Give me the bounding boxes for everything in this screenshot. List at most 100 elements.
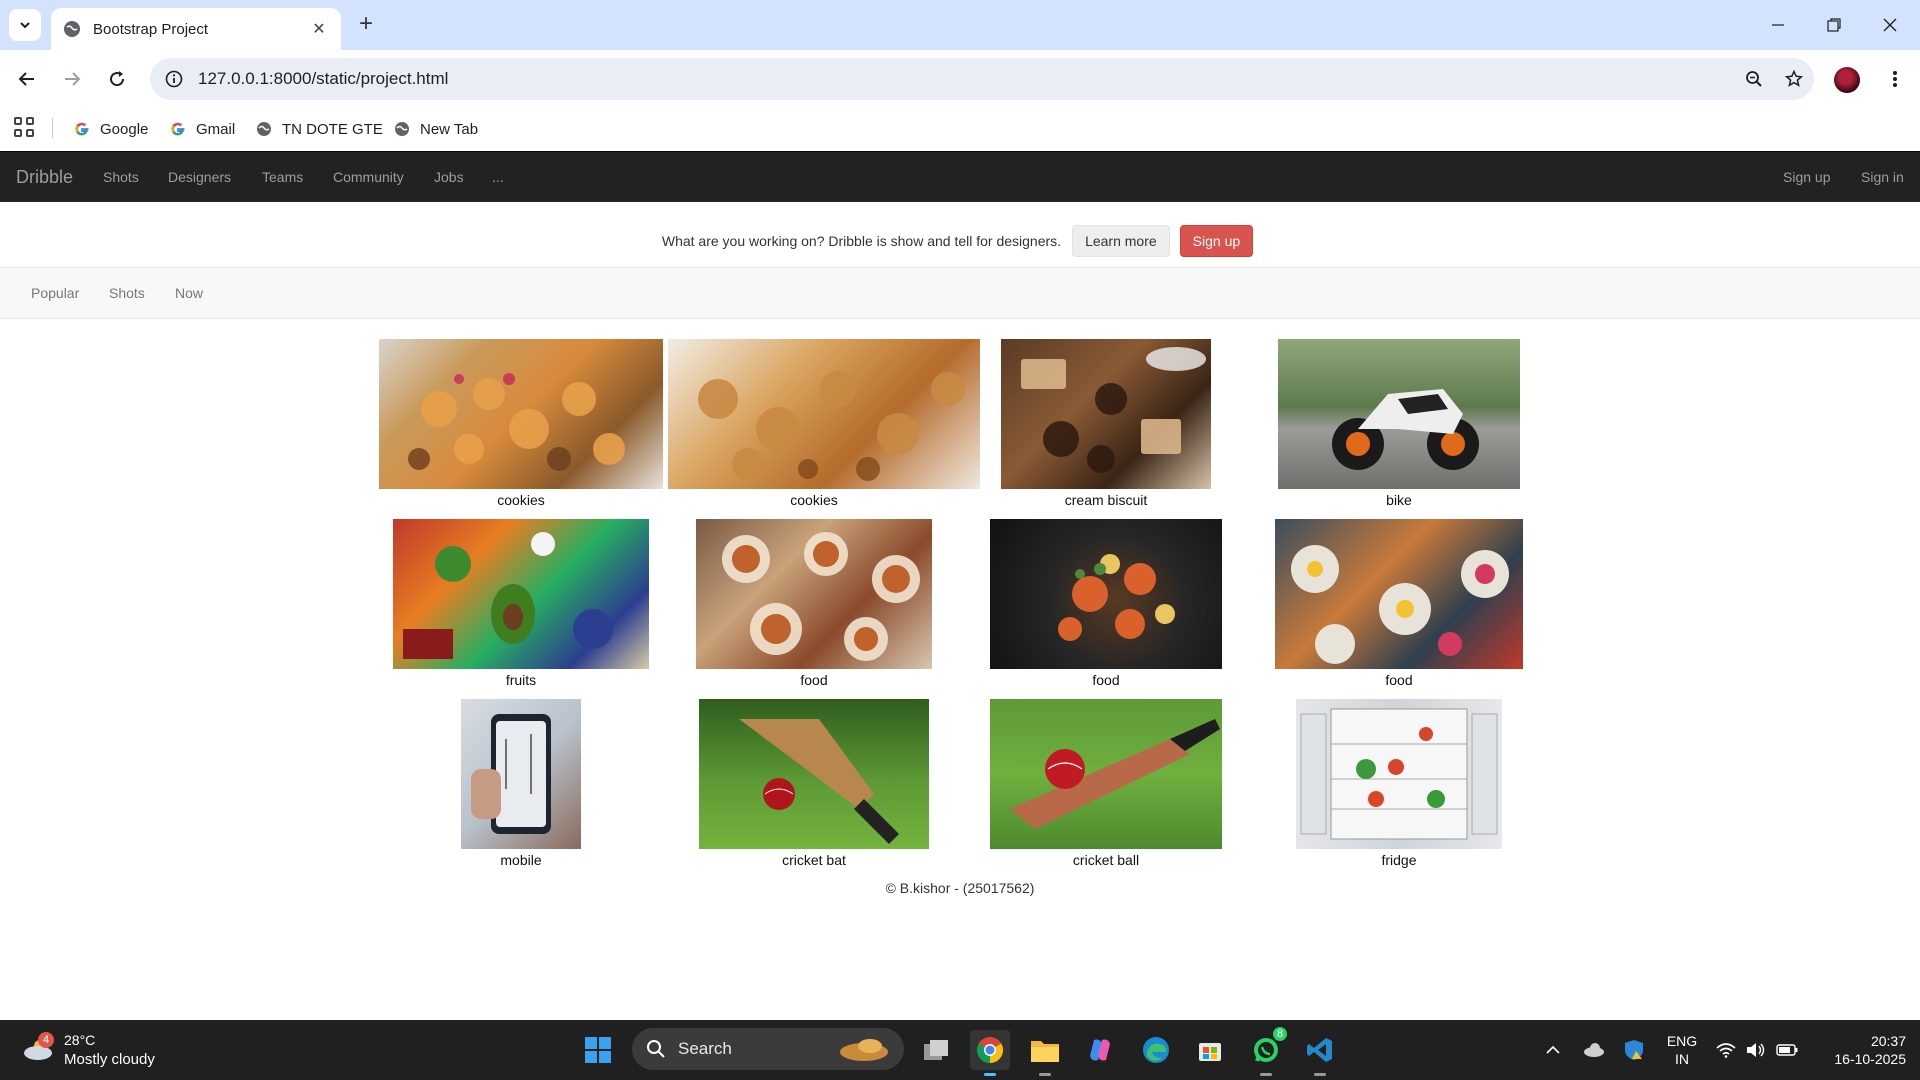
nav-link-more[interactable]: ... — [492, 169, 504, 185]
gallery-caption: cookies — [497, 492, 545, 508]
onedrive-tray[interactable] — [1580, 1020, 1608, 1080]
back-button[interactable] — [9, 61, 45, 97]
apps-grid-icon[interactable] — [14, 117, 34, 137]
gallery-item[interactable]: food — [960, 519, 1252, 688]
cricket-ball-image — [990, 699, 1222, 849]
bookmark-tn-dote-gte[interactable]: TN DOTE GTE — [256, 116, 383, 142]
forward-button[interactable] — [54, 61, 90, 97]
security-tray[interactable] — [1620, 1020, 1648, 1080]
gallery-item[interactable]: food — [668, 519, 960, 688]
gallery-item[interactable]: cricket ball — [960, 699, 1252, 868]
nav-link-designers[interactable]: Designers — [168, 169, 231, 185]
gallery-item[interactable]: fridge — [1253, 699, 1545, 868]
task-view-button[interactable] — [916, 1030, 956, 1070]
taskbar-search[interactable]: Search — [632, 1028, 904, 1070]
reload-button[interactable] — [99, 61, 135, 97]
tab-search-button[interactable] — [9, 9, 41, 41]
gallery-caption: cream biscuit — [1064, 492, 1148, 508]
subnav-now[interactable]: Now — [175, 285, 203, 301]
nav-link-teams[interactable]: Teams — [262, 169, 303, 185]
volume-tray[interactable] — [1744, 1020, 1768, 1080]
shield-icon — [1625, 1040, 1643, 1060]
close-tab-icon[interactable]: ✕ — [309, 19, 329, 39]
close-window-button[interactable] — [1862, 0, 1918, 50]
sign-up-button[interactable]: Sign up — [1179, 225, 1254, 257]
start-button[interactable] — [578, 1030, 618, 1070]
store-icon — [1199, 1043, 1221, 1061]
restore-icon — [1827, 18, 1841, 32]
restore-button[interactable] — [1806, 0, 1862, 50]
nav-sign-in[interactable]: Sign in — [1861, 169, 1904, 185]
running-indicator — [1260, 1073, 1272, 1076]
weather-widget[interactable]: 4 28°C Mostly cloudy — [20, 1030, 220, 1070]
forward-arrow-icon — [65, 72, 81, 86]
wifi-tray[interactable] — [1714, 1020, 1738, 1080]
copilot-button[interactable] — [1080, 1030, 1120, 1070]
task-view-icon — [924, 1040, 948, 1060]
file-explorer-button[interactable] — [1025, 1030, 1065, 1076]
bookmark-gmail[interactable]: Gmail — [170, 116, 235, 142]
gallery-caption: cricket bat — [782, 852, 846, 868]
gallery-item[interactable]: food — [1253, 519, 1545, 688]
chrome-taskbar-button[interactable] — [970, 1030, 1010, 1076]
edge-icon — [1143, 1037, 1169, 1063]
globe-icon — [256, 121, 272, 137]
gallery-item[interactable]: cricket bat — [668, 699, 960, 868]
edge-button[interactable] — [1136, 1030, 1176, 1070]
clock-date: 16-10-2025 — [1834, 1051, 1906, 1067]
nav-sign-up[interactable]: Sign up — [1783, 169, 1830, 185]
gallery-caption: food — [1385, 672, 1413, 688]
bookmark-new-tab[interactable]: New Tab — [394, 116, 478, 142]
battery-tray[interactable] — [1774, 1020, 1800, 1080]
vscode-icon — [1307, 1038, 1332, 1062]
subnav-shots[interactable]: Shots — [109, 285, 145, 301]
new-tab-button[interactable]: + — [352, 10, 380, 38]
running-indicator — [1314, 1073, 1326, 1076]
store-button[interactable] — [1190, 1030, 1230, 1070]
lang-code: ENG — [1666, 1033, 1698, 1049]
system-clock[interactable]: 20:37 16-10-2025 — [1812, 1032, 1906, 1068]
bookmark-label: New Tab — [420, 120, 479, 138]
bookmark-label: TN DOTE GTE — [282, 120, 383, 138]
nav-link-jobs[interactable]: Jobs — [434, 169, 464, 185]
nav-link-community[interactable]: Community — [333, 169, 404, 185]
whatsapp-button[interactable]: 8 — [1246, 1026, 1288, 1076]
gallery-item[interactable]: bike — [1253, 339, 1545, 508]
nav-link-shots[interactable]: Shots — [103, 169, 139, 185]
cream-biscuit-image — [1001, 339, 1211, 489]
site-info-icon[interactable] — [162, 70, 186, 88]
browser-tab[interactable]: Bootstrap Project ✕ — [51, 8, 341, 50]
copilot-icon — [1090, 1039, 1110, 1061]
fruits-image — [393, 519, 649, 669]
back-arrow-icon — [18, 72, 34, 86]
minimize-button[interactable] — [1750, 0, 1806, 50]
gallery-item[interactable]: fruits — [375, 519, 667, 688]
whatsapp-badge: 8 — [1272, 1026, 1288, 1042]
chevron-down-icon — [20, 22, 30, 29]
profile-avatar[interactable] — [1834, 67, 1860, 93]
url-text[interactable]: 127.0.0.1:8000/static/project.html — [198, 69, 1734, 89]
learn-more-button[interactable]: Learn more — [1072, 225, 1170, 257]
show-hidden-icons[interactable] — [1540, 1020, 1566, 1080]
subnav-popular[interactable]: Popular — [31, 285, 79, 301]
gallery-item[interactable]: cookies — [668, 339, 980, 508]
mobile-image — [461, 699, 581, 849]
reload-icon — [110, 71, 125, 87]
intro-text: What are you working on? Dribble is show… — [661, 233, 1062, 249]
google-icon — [74, 121, 90, 137]
gallery-item[interactable]: cream biscuit — [960, 339, 1252, 508]
browser-menu-button[interactable] — [1880, 64, 1910, 94]
gallery-item[interactable]: cookies — [375, 339, 667, 508]
bookmark-star-icon[interactable] — [1774, 70, 1814, 88]
vscode-button[interactable] — [1300, 1030, 1340, 1076]
folder-icon — [1031, 1041, 1059, 1062]
gallery-caption: cookies — [790, 492, 838, 508]
globe-icon — [394, 121, 410, 137]
address-bar[interactable]: 127.0.0.1:8000/static/project.html — [150, 58, 1814, 100]
language-indicator[interactable]: ENG IN — [1664, 1032, 1700, 1068]
bookmark-google[interactable]: Google — [74, 116, 148, 142]
navbar-brand[interactable]: Dribble — [16, 167, 73, 188]
zoom-icon[interactable] — [1734, 70, 1774, 88]
gallery-item[interactable]: mobile — [375, 699, 667, 868]
chrome-icon — [976, 1037, 1004, 1064]
